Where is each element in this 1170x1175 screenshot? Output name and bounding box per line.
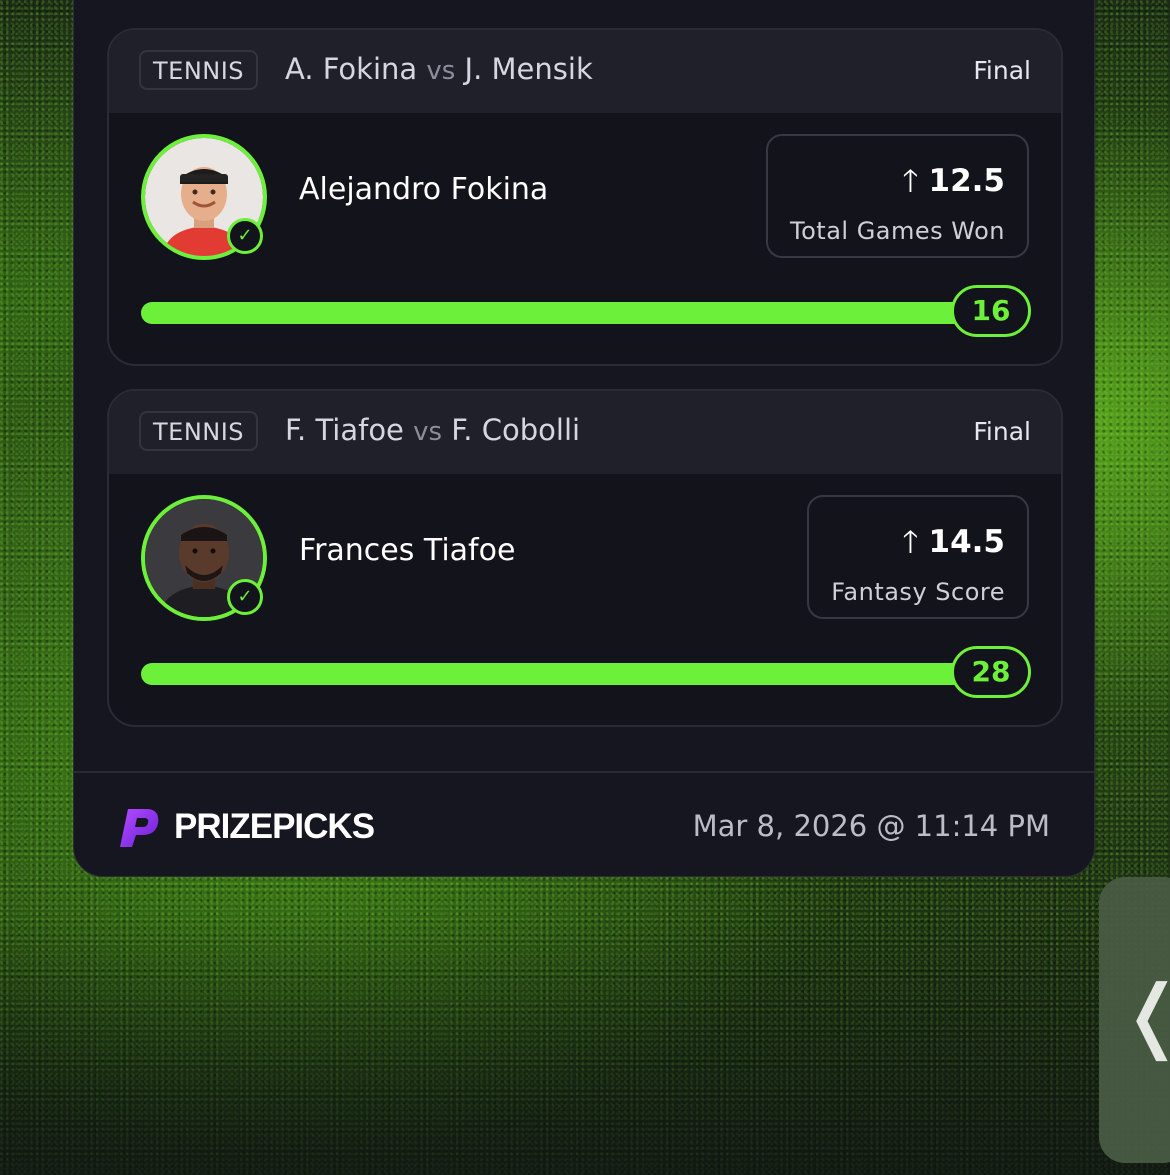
projection-box: 🡑 14.5 Fantasy Score — [807, 495, 1029, 619]
pick-card[interactable]: TENNIS A. Fokina vs J. Mensik Final ✓ Al… — [107, 28, 1063, 366]
sport-tag: TENNIS — [139, 50, 259, 90]
projection-line: 🡑 12.5 — [790, 158, 1005, 211]
check-icon: ✓ — [227, 218, 263, 254]
game-status: Final — [973, 56, 1031, 85]
arrow-up-icon: 🡑 — [902, 163, 919, 199]
pick-card[interactable]: TENNIS F. Tiafoe vs F. Cobolli Final ✓ F… — [107, 389, 1063, 727]
stat-type: Total Games Won — [790, 217, 1005, 245]
chevron-left-icon: ❬ — [1119, 975, 1170, 1055]
matchup-team-a: A. Fokina — [285, 52, 418, 86]
background-fade — [0, 915, 1170, 1175]
game-status: Final — [973, 417, 1031, 446]
matchup-vs: vs — [426, 56, 456, 86]
matchup-vs: vs — [413, 417, 443, 447]
stat-type: Fantasy Score — [831, 578, 1005, 606]
actual-score-badge: 28 — [951, 646, 1031, 698]
brand-name: PRIZEPICKS — [174, 807, 375, 846]
prizepicks-logo-icon — [120, 809, 159, 847]
sport-tag: TENNIS — [139, 411, 259, 451]
progress-bar — [141, 302, 1011, 324]
matchup: F. Tiafoe vs F. Cobolli — [285, 413, 580, 447]
progress-fill — [141, 663, 1011, 685]
projection-line: 🡑 14.5 — [831, 519, 1005, 572]
pick-header: TENNIS A. Fokina vs J. Mensik Final — [109, 30, 1061, 113]
line-value: 12.5 — [928, 163, 1006, 199]
card-footer: PRIZEPICKS Mar 8, 2026 @ 11:14 PM — [74, 771, 1094, 879]
brand: PRIZEPICKS — [118, 805, 375, 849]
actual-score-badge: 16 — [951, 285, 1031, 337]
lineup-card: TENNIS A. Fokina vs J. Mensik Final ✓ Al… — [73, 0, 1095, 877]
projection-box: 🡑 12.5 Total Games Won — [766, 134, 1029, 258]
entry-timestamp: Mar 8, 2026 @ 11:14 PM — [692, 809, 1050, 843]
matchup-team-b: J. Mensik — [464, 52, 593, 86]
line-value: 14.5 — [928, 524, 1006, 560]
player-name: Alejandro Fokina — [299, 172, 549, 207]
pick-header: TENNIS F. Tiafoe vs F. Cobolli Final — [109, 391, 1061, 474]
player-name: Frances Tiafoe — [299, 533, 516, 568]
matchup-team-b: F. Cobolli — [451, 413, 581, 447]
matchup-team-a: F. Tiafoe — [285, 413, 404, 447]
matchup: A. Fokina vs J. Mensik — [285, 52, 593, 86]
arrow-up-icon: 🡑 — [902, 524, 919, 560]
check-icon: ✓ — [227, 579, 263, 615]
side-drawer-handle[interactable]: ❬ — [1099, 877, 1170, 1163]
progress-fill — [141, 302, 1011, 324]
progress-bar — [141, 663, 1011, 685]
